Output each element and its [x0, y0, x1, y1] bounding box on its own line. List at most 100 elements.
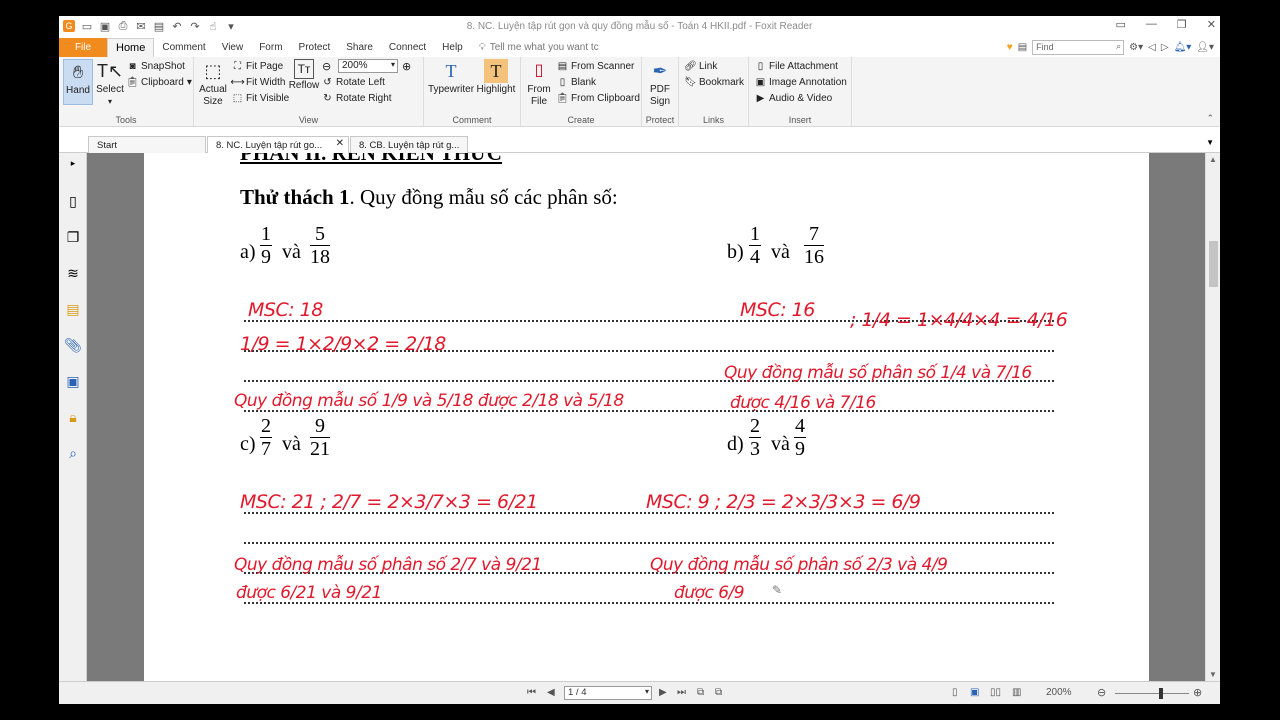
fit-width-button[interactable]: ⟷ Fit Width	[230, 77, 285, 88]
reflow-button[interactable]: Tт Reflow	[288, 59, 320, 92]
ink-b-conclusion-1: Quy đồng mẫu số phân số 1/4 và 7/16	[724, 363, 1032, 383]
rotate-right-button[interactable]: ↻ Rotate Right	[322, 93, 391, 104]
from-scanner-button[interactable]: ▤ From Scanner	[557, 61, 635, 72]
clipboard-button[interactable]: 📋︎ Clipboard ▾	[126, 77, 192, 88]
typewriter-button[interactable]: T Typewriter	[428, 59, 474, 96]
next-page-icon[interactable]: ▶	[659, 687, 667, 698]
snapshot-button[interactable]: ◙ SnapShot	[127, 61, 184, 72]
zoom-value: 200%	[342, 60, 368, 71]
highlight-icon: T	[484, 59, 508, 83]
pdf-sign-button[interactable]: ✒ PDF Sign	[645, 59, 675, 108]
zoom-slider[interactable]	[1115, 693, 1189, 694]
pen-cursor-icon: ✎	[772, 583, 783, 597]
highlight-label: Highlight	[476, 84, 516, 95]
zoom-slider-thumb[interactable]	[1159, 688, 1163, 699]
tab-share[interactable]: Share	[338, 38, 381, 57]
zoom-in-status-icon[interactable]: ⊕	[1193, 686, 1202, 699]
collapse-ribbon-icon[interactable]: ⌃	[1206, 113, 1214, 124]
single-page-icon[interactable]: ▯	[952, 687, 958, 698]
last-page-icon[interactable]: ⏭	[677, 687, 686, 698]
zoom-in-icon[interactable]: ⊕	[402, 60, 411, 73]
from-file-button[interactable]: ▯ From File	[525, 59, 553, 108]
tab-protect[interactable]: Protect	[291, 38, 339, 57]
audio-video-button[interactable]: ▶ Audio & Video	[755, 93, 833, 104]
typewriter-label: Typewriter	[427, 84, 475, 95]
expand-panel-icon[interactable]: ▸	[65, 155, 81, 171]
gear-icon[interactable]: ⚙▾	[1129, 42, 1143, 53]
search-icon[interactable]: ⌕	[1116, 41, 1121, 52]
blank-button[interactable]: ▯ Blank	[557, 77, 596, 88]
lock-icon[interactable]: 🔒︎	[65, 409, 81, 425]
fraction-numerator: 1	[260, 223, 272, 246]
image-annotation-button[interactable]: ▣ Image Annotation	[755, 77, 847, 88]
tab-view[interactable]: View	[214, 38, 252, 57]
tab-home[interactable]: Home	[107, 38, 155, 57]
search-panel-icon[interactable]: ⌕	[65, 445, 81, 461]
file-attachment-button[interactable]: ▯ File Attachment	[755, 61, 838, 72]
layers-copy-icon[interactable]: ❐	[65, 229, 81, 245]
maximize-button[interactable]: ❐	[1177, 18, 1187, 31]
zoom-out-status-icon[interactable]: ⊖	[1097, 686, 1106, 699]
first-page-icon[interactable]: ⏮	[527, 687, 536, 698]
highlight-button[interactable]: T Highlight	[476, 59, 516, 96]
scroll-up-icon[interactable]: ▲	[1209, 155, 1217, 164]
doc-tab-cb-label: 8. CB. Luyện tập rút g...	[359, 139, 460, 151]
folder-search-icon[interactable]: ▤	[1018, 42, 1027, 53]
group-protect-label: Protect	[645, 115, 675, 125]
fraction-denominator: 3	[750, 438, 760, 460]
bell-icon[interactable]: 🔔︎▾	[1174, 42, 1192, 53]
from-clipboard-button[interactable]: 📋︎ From Clipboard	[556, 93, 640, 104]
doc-tab-start[interactable]: Start	[88, 136, 206, 153]
link-button[interactable]: 🔗︎ Link	[684, 61, 717, 72]
vertical-scrollbar[interactable]: ▲ ▼	[1205, 153, 1220, 681]
fit-page-button[interactable]: ⛶ Fit Page	[232, 61, 283, 72]
hand-button[interactable]: ✋︎ Hand	[63, 59, 93, 105]
scrollbar-thumb[interactable]	[1209, 241, 1218, 287]
zoom-out-icon[interactable]: ⊖	[322, 60, 331, 73]
fit-visible-button[interactable]: ⬚ Fit Visible	[232, 93, 289, 104]
skin-icon[interactable]: ♥	[1007, 42, 1013, 53]
tell-me-box[interactable]: 💡︎ Tell me what you want tc	[479, 42, 599, 53]
actual-size-button[interactable]: ⬚ Actual Size	[198, 59, 228, 108]
close-tab-icon[interactable]: ✕	[336, 138, 344, 149]
tab-file[interactable]: File	[59, 38, 107, 57]
attachments-icon[interactable]: 📎︎	[64, 337, 82, 353]
scroll-down-icon[interactable]: ▼	[1209, 670, 1217, 679]
user-icon[interactable]: 👤︎▾	[1196, 42, 1214, 53]
tab-comment[interactable]: Comment	[154, 38, 213, 57]
signature-panel-icon[interactable]: ▣	[65, 373, 81, 389]
problem-b-fraction-1: 14	[749, 223, 761, 268]
document-tabs: Start 8. NC. Luyện tập rút go... ✕ 8. CB.…	[59, 135, 1220, 153]
continuous-facing-icon[interactable]: ▥	[1012, 687, 1021, 698]
doc-tab-nc[interactable]: 8. NC. Luyện tập rút go... ✕	[207, 136, 349, 153]
restore-ribbon-icon[interactable]: ▭	[1116, 18, 1126, 31]
doc-tab-cb[interactable]: 8. CB. Luyện tập rút g...	[350, 136, 468, 153]
back-icon[interactable]: ◁	[1148, 42, 1156, 53]
tab-help[interactable]: Help	[434, 38, 471, 57]
tab-connect[interactable]: Connect	[381, 38, 434, 57]
layers-icon[interactable]: ≋	[65, 265, 81, 281]
tab-form[interactable]: Form	[251, 38, 290, 57]
rotate-right-icon: ↻	[323, 93, 332, 104]
next-view-icon[interactable]: ⧉	[715, 687, 722, 698]
previous-page-icon[interactable]: ◀	[547, 687, 555, 698]
facing-page-icon[interactable]: ▯▯	[990, 687, 1001, 698]
zoom-select[interactable]: 200% ▾	[338, 59, 398, 73]
minimize-button[interactable]: —	[1146, 18, 1157, 31]
document-viewer[interactable]: PHẦN II. RÈN KIẾN THỨC Thử thách 1. Quy …	[87, 153, 1205, 681]
page-number-input[interactable]: 1 / 4 ▾	[564, 686, 652, 700]
bookmark-button[interactable]: 🔖︎ Bookmark	[684, 77, 744, 88]
find-input[interactable]: Find ⌕	[1032, 40, 1125, 55]
pages-icon[interactable]: ▯	[65, 193, 81, 209]
continuous-page-icon[interactable]: ▣	[970, 687, 979, 698]
typewriter-icon: T	[445, 61, 457, 81]
group-create: ▯ From File ▤ From Scanner ▯ Blank 📋︎ From …	[521, 57, 642, 127]
tabs-dropdown-icon[interactable]: ▼	[1206, 138, 1214, 147]
close-button[interactable]: ✕	[1207, 18, 1216, 31]
forward-icon[interactable]: ▷	[1161, 42, 1169, 53]
comments-icon[interactable]: ▤	[65, 301, 81, 317]
rotate-left-button[interactable]: ↺ Rotate Left	[322, 77, 385, 88]
select-button[interactable]: T↖ Select ▾	[95, 59, 125, 108]
previous-view-icon[interactable]: ⧉	[697, 687, 704, 698]
zoom-level[interactable]: 200%	[1046, 687, 1072, 698]
